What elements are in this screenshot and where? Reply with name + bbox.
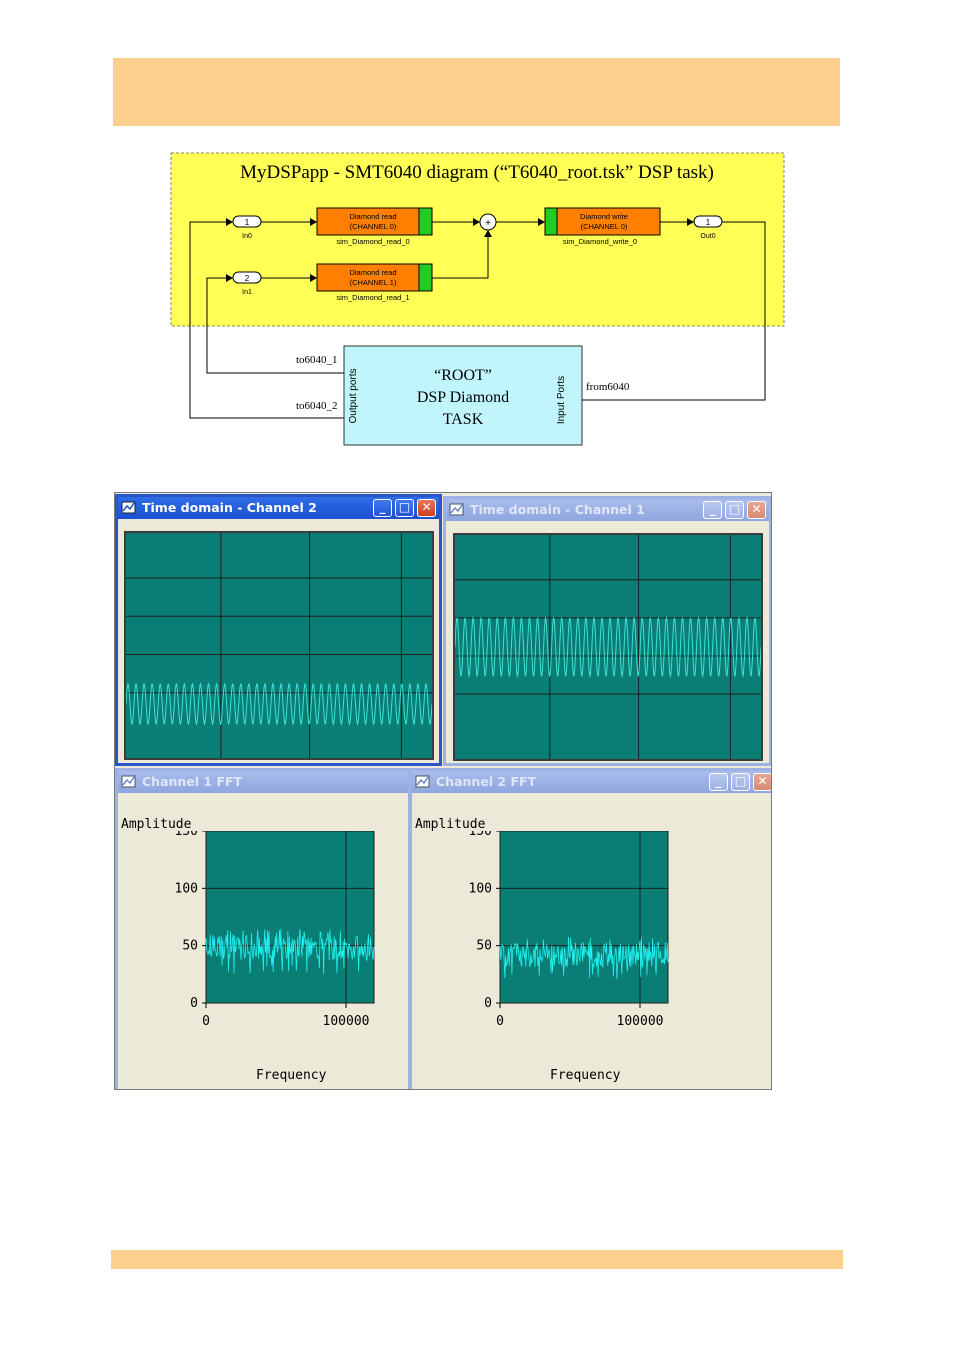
y-tick-label: 150 bbox=[469, 831, 492, 839]
maximize-button[interactable]: □ bbox=[731, 773, 750, 791]
scope-app-icon bbox=[415, 775, 430, 788]
y-axis-label: Amplitude bbox=[121, 817, 192, 832]
svg-text:(CHANNEL 0): (CHANNEL 0) bbox=[581, 222, 628, 231]
title-bar[interactable]: Time domain - Channel 2 _ □ ✕ bbox=[118, 497, 439, 519]
out0-label: Out0 bbox=[700, 233, 715, 240]
x-axis-label: Frequency bbox=[256, 1068, 327, 1083]
minimize-button[interactable]: _ bbox=[709, 773, 728, 791]
minimize-button[interactable]: _ bbox=[373, 499, 392, 517]
x-axis-label: Frequency bbox=[550, 1068, 621, 1083]
svg-text:(CHANNEL 1): (CHANNEL 1) bbox=[350, 278, 397, 287]
to6040-2-label: to6040_2 bbox=[296, 400, 338, 412]
output-ports-label: Output ports bbox=[348, 368, 359, 423]
signal-trace bbox=[455, 616, 761, 678]
y-tick-label: 0 bbox=[190, 996, 198, 1011]
in0-label: In0 bbox=[242, 233, 252, 240]
fft-channel-2-window[interactable]: Channel 2 FFT _ □ ✕ Amplitude 150 100 50 0 0… bbox=[409, 768, 771, 1089]
window-title: Channel 1 FFT bbox=[142, 774, 243, 789]
y-tick-label: 50 bbox=[476, 939, 492, 954]
svg-text:1: 1 bbox=[245, 218, 250, 227]
svg-text:1: 1 bbox=[706, 218, 711, 227]
time-plot-channel-2 bbox=[124, 531, 434, 760]
minimize-button[interactable]: _ bbox=[703, 501, 722, 519]
fft-channel-1-window[interactable]: Channel 1 FFT Amplitude 150 100 50 0 0 100000… bbox=[115, 768, 411, 1089]
close-button[interactable]: ✕ bbox=[747, 501, 766, 519]
close-button[interactable]: ✕ bbox=[753, 773, 771, 791]
header-band bbox=[113, 58, 840, 126]
y-tick-label: 50 bbox=[182, 939, 198, 954]
fft-plot-channel-1: 150 100 50 00 100000 bbox=[175, 831, 375, 1029]
read-1-caption: sim_Diamond_read_1 bbox=[336, 293, 409, 302]
x-tick-label: 0 bbox=[496, 1014, 504, 1029]
time-plot-channel-1 bbox=[453, 533, 763, 761]
root-task-line3: TASK bbox=[443, 411, 484, 428]
scope-windows-screenshot: Time domain - Channel 2 _ □ ✕ Time domai… bbox=[114, 492, 772, 1090]
read-0-caption: sim_Diamond_read_0 bbox=[336, 237, 409, 246]
input-ports-label: Input Ports bbox=[556, 376, 567, 424]
title-bar[interactable]: Channel 1 FFT bbox=[118, 771, 408, 793]
root-task-line1: “ROOT” bbox=[434, 367, 492, 384]
write-0-caption: sim_Diamond_write_0 bbox=[563, 237, 637, 246]
y-tick-label: 100 bbox=[175, 881, 198, 896]
y-tick-label: 150 bbox=[175, 831, 198, 839]
plot-area bbox=[205, 831, 375, 1004]
svg-text:Diamond write: Diamond write bbox=[580, 212, 628, 221]
maximize-button[interactable]: □ bbox=[395, 499, 414, 517]
root-dsp-task-block[interactable]: “ROOT” DSP Diamond TASK Output ports Inp… bbox=[343, 345, 583, 446]
svg-text:(CHANNEL 0): (CHANNEL 0) bbox=[350, 222, 397, 231]
y-tick-label: 0 bbox=[484, 996, 492, 1011]
title-bar[interactable]: Channel 2 FFT _ □ ✕ bbox=[412, 771, 771, 793]
x-tick-label: 100000 bbox=[323, 1014, 370, 1029]
x-tick-label: 100000 bbox=[617, 1014, 664, 1029]
y-axis-label: Amplitude bbox=[415, 817, 486, 832]
sum-block[interactable]: + bbox=[479, 213, 497, 231]
title-bar[interactable]: Time domain - Channel 1 _ □ ✕ bbox=[446, 499, 769, 521]
x-tick-label: 0 bbox=[202, 1014, 210, 1029]
simulink-diagram: MyDSPapp - SMT6040 diagram (“T6040_root.… bbox=[170, 150, 786, 450]
diagram-title: MyDSPapp - SMT6040 diagram (“T6040_root.… bbox=[240, 162, 714, 183]
svg-text:2: 2 bbox=[245, 274, 250, 283]
root-task-line2: DSP Diamond bbox=[417, 389, 509, 406]
scope-app-icon bbox=[449, 503, 464, 516]
in1-label: In1 bbox=[242, 289, 252, 296]
window-title: Time domain - Channel 1 bbox=[470, 502, 645, 517]
scope-app-icon bbox=[121, 775, 136, 788]
footer-band bbox=[111, 1250, 843, 1269]
plot-area bbox=[499, 831, 669, 1004]
signal-trace bbox=[126, 682, 432, 726]
window-title: Time domain - Channel 2 bbox=[142, 500, 317, 515]
maximize-button[interactable]: □ bbox=[725, 501, 744, 519]
to6040-1-label: to6040_1 bbox=[296, 354, 338, 366]
window-title: Channel 2 FFT bbox=[436, 774, 537, 789]
time-channel-2-window[interactable]: Time domain - Channel 2 _ □ ✕ bbox=[115, 494, 442, 766]
fft-plot-channel-2: 150 100 50 00 100000 bbox=[469, 831, 669, 1029]
svg-text:Diamond read: Diamond read bbox=[349, 212, 396, 221]
from6040-label: from6040 bbox=[586, 381, 630, 393]
time-channel-1-window[interactable]: Time domain - Channel 1 _ □ ✕ bbox=[443, 496, 771, 766]
svg-text:Diamond read: Diamond read bbox=[349, 268, 396, 277]
close-button[interactable]: ✕ bbox=[417, 499, 436, 517]
scope-app-icon bbox=[121, 501, 136, 514]
svg-text:+: + bbox=[485, 218, 491, 229]
y-tick-label: 100 bbox=[469, 881, 492, 896]
